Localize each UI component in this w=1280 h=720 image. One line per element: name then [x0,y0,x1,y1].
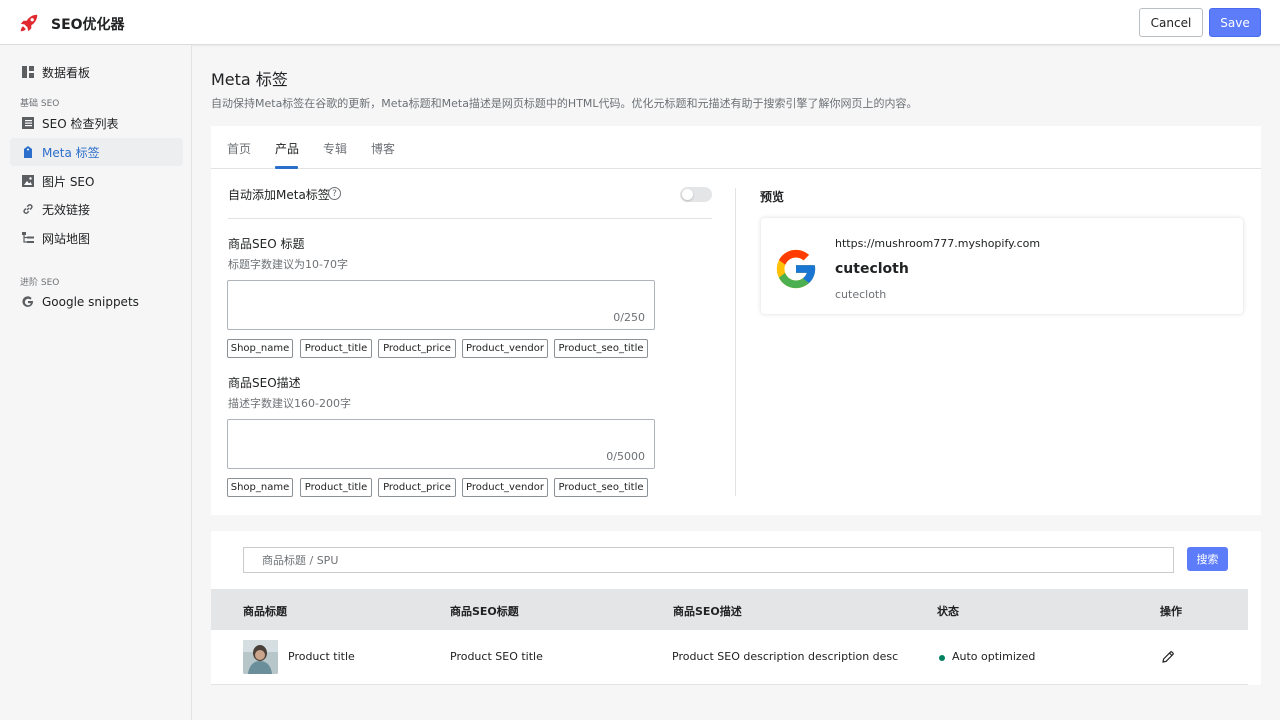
sidebar-item-dashboard[interactable]: 数据看板 [10,58,183,86]
tab-blogs[interactable]: 博客 [371,140,395,157]
sitemap-icon [21,232,34,245]
active-tab-indicator [275,166,298,169]
product-search-input[interactable]: 商品标题 / SPU [243,547,1174,573]
sidebar-section-advanced: 进阶 SEO [20,278,60,288]
seo-desc-field[interactable]: 0/5000 [227,419,655,469]
variable-chip-product-price[interactable]: Product_price [378,339,456,358]
product-table-card: 商品标题 / SPU 搜索 商品标题 商品SEO标题 商品SEO描述 状态 操作… [211,531,1261,685]
preview-title: 预览 [760,190,785,204]
sidebar-item-label: 网站地图 [42,231,91,246]
vertical-divider [735,188,736,496]
tab-bar: 首页 产品 专辑 博客 [211,126,1261,169]
sidebar-item-meta-tags[interactable]: Meta 标签 [10,138,183,166]
sidebar-section-basic: 基础 SEO [20,99,60,109]
seo-desc-counter: 0/5000 [606,450,645,463]
sidebar-item-google-snippets[interactable]: Google snippets [10,288,183,316]
seo-desc-label: 商品SEO描述 [228,376,301,390]
auto-meta-label: 自动添加Meta标签 [228,188,330,202]
product-title: Product title [288,650,355,663]
top-bar: SEO优化器 Cancel Save [0,0,1280,45]
edit-icon[interactable] [1161,650,1175,664]
image-icon [21,175,34,188]
search-preview-card: https://mushroom777.myshopify.com cutecl… [761,218,1243,314]
save-button[interactable]: Save [1209,8,1261,37]
sidebar-item-image-seo[interactable]: 图片 SEO [10,167,183,195]
table-header: 商品标题 商品SEO标题 商品SEO描述 状态 操作 [211,589,1248,630]
status-text: Auto optimized [952,650,1036,663]
divider [228,218,712,219]
tag-icon [21,146,34,159]
product-seo-title: Product SEO title [450,650,543,663]
sidebar-item-label: 无效链接 [42,202,91,217]
google-icon [21,296,34,309]
table-row[interactable]: Product title Product SEO title Product … [211,630,1248,685]
status-dot [939,655,945,661]
help-icon[interactable]: ? [328,187,341,200]
sidebar-item-label: Google snippets [42,295,139,309]
cancel-button[interactable]: Cancel [1139,8,1203,37]
toggle-knob [682,189,693,200]
dashboard-icon [21,66,34,79]
preview-url: https://mushroom777.myshopify.com [835,237,1041,250]
link-icon [21,203,34,216]
sidebar: 数据看板 基础 SEO SEO 检查列表 Meta 标签 图片 SEO 无效链接… [0,45,192,720]
column-header-actions: 操作 [1160,605,1182,618]
google-logo-icon [776,249,816,289]
sidebar-item-broken-links[interactable]: 无效链接 [10,195,183,223]
product-thumbnail [243,640,278,674]
rocket-logo-icon [20,14,38,32]
sidebar-item-seo-checklist[interactable]: SEO 检查列表 [10,109,183,137]
variable-chip-product-vendor[interactable]: Product_vendor [462,478,548,497]
seo-title-hint: 标题字数建议为10-70字 [228,258,348,271]
seo-title-label: 商品SEO 标题 [228,237,305,251]
page-title: Meta 标签 [211,70,288,89]
variable-chip-product-title[interactable]: Product_title [300,339,372,358]
column-header-status: 状态 [937,605,959,618]
column-header-seo-description: 商品SEO描述 [673,605,742,618]
page-description: 自动保持Meta标签在谷歌的更新，Meta标题和Meta描述是网页标题中的HTM… [211,97,918,110]
tab-collections[interactable]: 专辑 [323,140,347,157]
sidebar-item-sitemap[interactable]: 网站地图 [10,224,183,252]
seo-desc-hint: 描述字数建议160-200字 [228,397,351,410]
variable-chip-product-title[interactable]: Product_title [300,478,372,497]
seo-title-field[interactable]: 0/250 [227,280,655,330]
variable-chip-shop-name[interactable]: Shop_name [227,478,293,497]
tab-homepage[interactable]: 首页 [227,140,251,157]
seo-title-counter: 0/250 [613,311,645,324]
meta-settings-card: 首页 产品 专辑 博客 自动添加Meta标签 ? 商品SEO 标题 标题字数建议… [211,126,1261,515]
tab-products[interactable]: 产品 [275,140,299,157]
variable-chip-product-seo-title[interactable]: Product_seo_title [554,339,648,358]
variable-chip-product-seo-title[interactable]: Product_seo_title [554,478,648,497]
variable-chip-product-vendor[interactable]: Product_vendor [462,339,548,358]
preview-heading: cutecloth [835,261,909,277]
search-button[interactable]: 搜索 [1187,547,1228,571]
list-icon [21,117,34,130]
variable-chip-shop-name[interactable]: Shop_name [227,339,293,358]
auto-meta-toggle[interactable] [680,187,712,202]
variable-chip-product-price[interactable]: Product_price [378,478,456,497]
product-seo-description: Product SEO description description desc [672,650,899,663]
preview-description: cutecloth [835,288,887,301]
column-header-product-title: 商品标题 [243,605,287,618]
column-header-seo-title: 商品SEO标题 [450,605,519,618]
sidebar-item-label: Meta 标签 [42,145,100,160]
sidebar-item-label: SEO 检查列表 [42,116,119,131]
sidebar-item-label: 数据看板 [42,65,91,80]
sidebar-item-label: 图片 SEO [42,174,95,189]
app-title: SEO优化器 [51,17,125,33]
